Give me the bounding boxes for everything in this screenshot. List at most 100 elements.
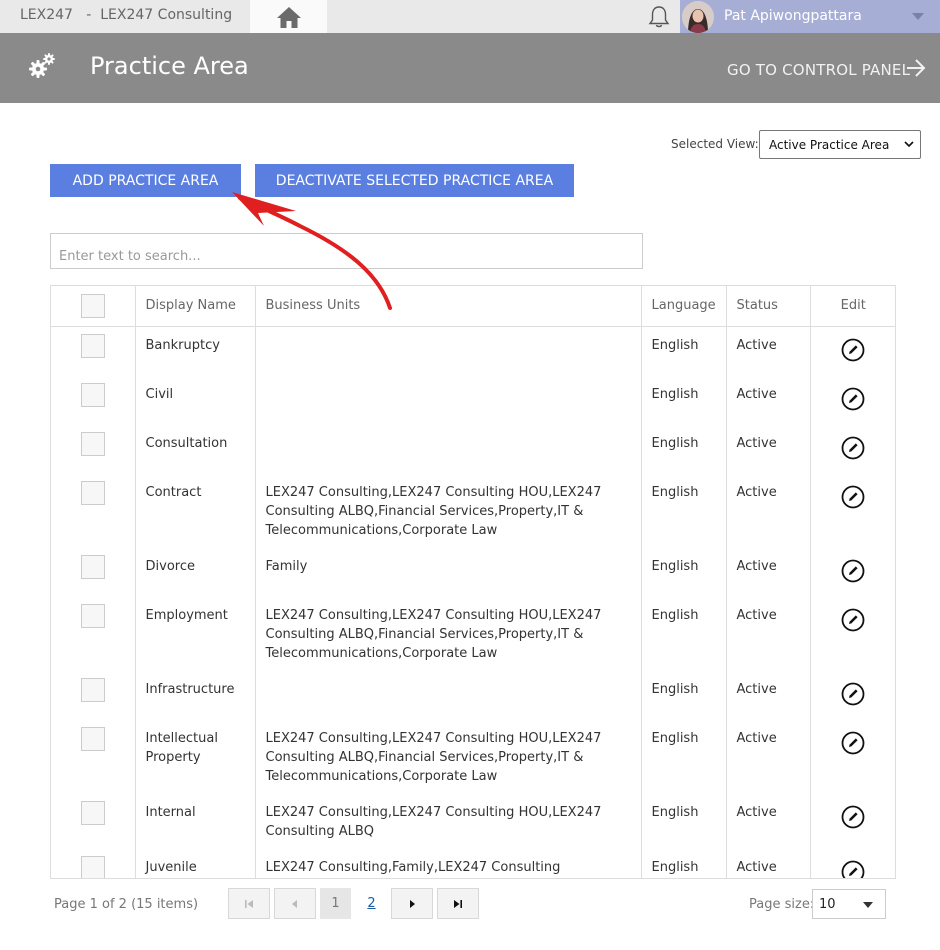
row-checkbox[interactable] — [80, 855, 105, 878]
table-header-row: Display Name Business Units Language Sta… — [51, 286, 895, 327]
first-page-button[interactable] — [228, 888, 270, 919]
display-name-cell: Civil — [135, 375, 256, 425]
row-select-cell — [51, 719, 136, 794]
row-checkbox[interactable] — [80, 382, 105, 407]
table-row: Consultation English Active — [51, 424, 895, 474]
prev-page-button[interactable] — [274, 888, 316, 919]
edit-cell — [810, 849, 895, 878]
status-cell: Active — [726, 326, 811, 376]
row-select-cell — [51, 326, 136, 376]
business-units-cell — [255, 326, 642, 376]
page-1-button[interactable]: 1 — [320, 888, 351, 919]
bell-icon[interactable] — [646, 4, 672, 30]
edit-icon[interactable] — [841, 731, 865, 755]
display-name-cell: Contract — [135, 473, 256, 548]
status-cell: Active — [726, 670, 811, 720]
gears-icon — [29, 53, 55, 78]
chevron-down-icon — [863, 902, 873, 908]
edit-icon[interactable] — [841, 608, 865, 632]
table-row: Internal LEX247 Consulting,LEX247 Consult… — [51, 793, 895, 849]
chevron-down-icon — [904, 141, 914, 148]
last-page-button[interactable] — [437, 888, 479, 919]
status-cell: Active — [726, 473, 811, 548]
edit-icon[interactable] — [841, 559, 865, 583]
table-row: Bankruptcy English Active — [51, 326, 895, 376]
page-2-button[interactable]: 2 — [356, 888, 387, 919]
column-header[interactable]: Display Name — [135, 286, 256, 327]
view-label: Selected View: — [671, 137, 759, 151]
edit-cell — [810, 720, 895, 794]
row-checkbox[interactable] — [80, 677, 105, 702]
language-cell: English — [641, 719, 727, 794]
display-name-cell: Bankruptcy — [135, 326, 256, 376]
edit-icon[interactable] — [841, 338, 865, 362]
column-header[interactable]: Language — [641, 286, 727, 327]
business-units-cell: Family — [255, 547, 642, 597]
row-checkbox[interactable] — [80, 603, 105, 628]
page-size-select[interactable]: 10 — [812, 889, 886, 919]
avatar — [682, 1, 714, 33]
edit-icon[interactable] — [841, 485, 865, 509]
brand-text: LEX247 - LEX247 Consulting — [20, 7, 233, 23]
top-bar: LEX247 - LEX247 Consulting Pat Apiwongpa… — [0, 0, 940, 33]
edit-icon[interactable] — [841, 387, 865, 411]
user-menu[interactable]: Pat Apiwongpattara — [680, 0, 940, 33]
display-name-cell: Consultation — [135, 424, 256, 474]
business-units-cell: LEX247 Consulting,LEX247 Consulting HOU,… — [255, 719, 642, 794]
view-select-value: Active Practice Area — [769, 138, 890, 152]
edit-icon[interactable] — [841, 805, 865, 829]
row-checkbox[interactable] — [80, 800, 105, 825]
home-button[interactable] — [250, 0, 327, 33]
status-cell: Active — [726, 719, 811, 794]
pager-info: Page 1 of 2 (15 items) — [54, 897, 199, 912]
search-input[interactable] — [50, 233, 643, 269]
business-units-cell: LEX247 Consulting,LEX247 Consulting HOU,… — [255, 473, 642, 548]
table-row: Intellectual Property LEX247 Consulting,L… — [51, 719, 895, 794]
row-checkbox[interactable] — [80, 554, 105, 579]
business-units-cell: LEX247 Consulting,Family,LEX247 Consulti… — [255, 848, 642, 878]
row-select-cell — [51, 473, 136, 548]
deactivate-practice-area-button[interactable]: DEACTIVATE SELECTED PRACTICE AREA — [255, 164, 574, 197]
row-select-cell — [51, 547, 136, 597]
display-name-cell: Infrastructure — [135, 670, 256, 720]
language-cell: English — [641, 547, 727, 597]
row-select-cell — [51, 596, 136, 671]
edit-icon[interactable] — [841, 436, 865, 460]
row-select-cell — [51, 793, 136, 849]
edit-cell — [810, 376, 895, 425]
add-practice-area-button[interactable]: ADD PRACTICE AREA — [50, 164, 241, 197]
edit-icon[interactable] — [841, 860, 865, 878]
business-units-cell: LEX247 Consulting,LEX247 Consulting HOU,… — [255, 793, 642, 849]
edit-cell — [810, 671, 895, 720]
next-page-button[interactable] — [391, 888, 433, 919]
select-all-cell — [51, 286, 136, 327]
edit-cell — [810, 425, 895, 474]
language-cell: English — [641, 473, 727, 548]
row-checkbox[interactable] — [80, 431, 105, 456]
arrow-right-icon[interactable] — [905, 58, 927, 78]
table-row: Divorce Family English Active — [51, 547, 895, 597]
business-units-cell: LEX247 Consulting,LEX247 Consulting HOU,… — [255, 596, 642, 671]
prev-page-icon — [292, 899, 297, 908]
status-cell: Active — [726, 596, 811, 671]
row-select-cell — [51, 848, 136, 878]
language-cell: English — [641, 848, 727, 878]
column-header[interactable]: Business Units — [255, 286, 642, 327]
select-all-checkbox[interactable] — [80, 293, 105, 318]
row-select-cell — [51, 670, 136, 720]
row-checkbox[interactable] — [80, 726, 105, 751]
page-size-value: 10 — [819, 897, 836, 912]
view-select[interactable]: Active Practice Area — [759, 130, 921, 159]
row-checkbox[interactable] — [80, 480, 105, 505]
row-checkbox[interactable] — [80, 333, 105, 358]
edit-cell — [810, 548, 895, 597]
status-cell: Active — [726, 793, 811, 849]
edit-icon[interactable] — [841, 682, 865, 706]
language-cell: English — [641, 424, 727, 474]
column-header: Edit — [810, 286, 895, 327]
display-name-cell: Employment — [135, 596, 256, 671]
row-select-cell — [51, 424, 136, 474]
edit-cell — [810, 326, 895, 376]
control-panel-link[interactable]: GO TO CONTROL PANEL — [727, 61, 910, 79]
column-header[interactable]: Status — [726, 286, 811, 327]
